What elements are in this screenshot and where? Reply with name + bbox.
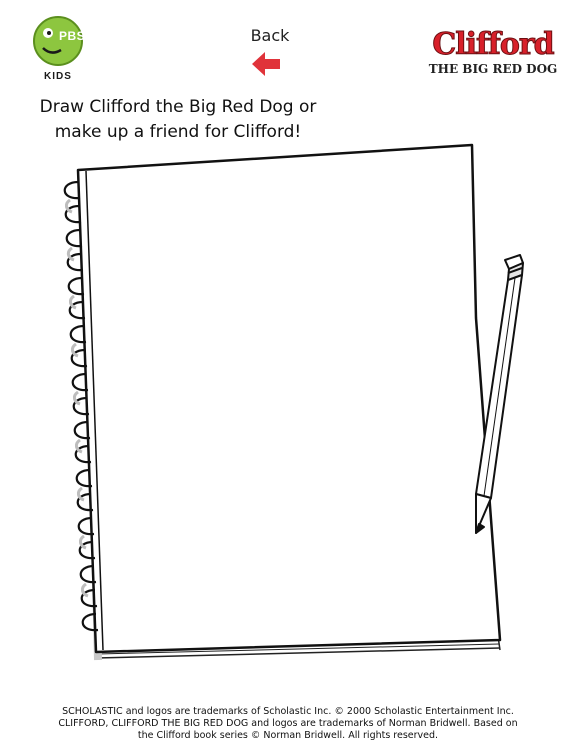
pbs-kids-label: KIDS xyxy=(44,71,72,82)
pbs-kids-logo[interactable]: PBS KIDS xyxy=(30,16,88,86)
pencil-icon xyxy=(475,254,524,534)
back-label: Back xyxy=(250,26,290,45)
back-button[interactable]: Back xyxy=(238,26,302,80)
clifford-logo-subtitle: THE BIG RED DOG xyxy=(428,62,558,76)
copyright-line-3: the Clifford book series © Norman Bridwe… xyxy=(137,730,439,741)
copyright-line-1: SCHOLASTIC and logos are trademarks of S… xyxy=(62,706,514,717)
pbs-logo-icon: PBS xyxy=(33,16,86,66)
copyright-line-2: CLIFFORD, CLIFFORD THE BIG RED DOG and l… xyxy=(58,718,518,729)
clifford-logo: Clifford THE BIG RED DOG xyxy=(420,27,570,84)
clifford-logo-title: Clifford xyxy=(432,27,555,62)
drawing-area[interactable] xyxy=(50,138,530,670)
pbs-wordmark: PBS xyxy=(59,29,86,43)
instructions-line-1: Draw Clifford the Big Red Dog or xyxy=(39,97,317,117)
left-arrow-icon xyxy=(252,52,280,76)
copyright-notice: SCHOLASTIC and logos are trademarks of S… xyxy=(16,706,560,742)
